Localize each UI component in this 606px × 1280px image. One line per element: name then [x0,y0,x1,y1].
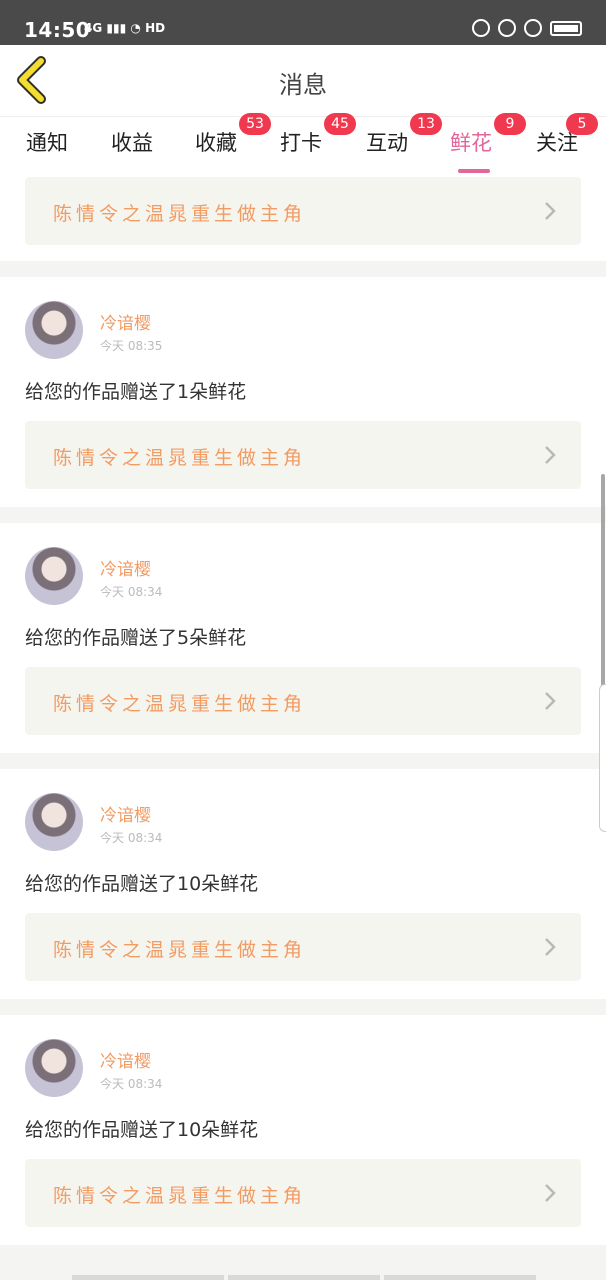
tab-follow[interactable]: 关注 5 [536,113,598,157]
work-title: 陈情令之温晁重生做主角 [53,1185,307,1207]
message-time: 今天 08:34 [100,831,163,845]
sender-name[interactable]: 冷谙樱 [100,1047,151,1072]
chevron-right-icon [545,1184,556,1202]
network-type: 4G [84,21,103,35]
message-time: 今天 08:35 [100,339,163,353]
message-text: 给您的作品赠送了10朵鲜花 [25,1119,259,1141]
message-text: 给您的作品赠送了10朵鲜花 [25,873,259,895]
sender-name[interactable]: 冷谙樱 [100,309,151,334]
work-title: 陈情令之温晁重生做主角 [53,447,307,469]
network-indicator: 4G ▮▮▮ ◔ HD [84,21,165,35]
bottom-indicator [72,1275,536,1280]
battery-icon [550,20,582,36]
tab-favorites[interactable]: 收藏 53 [195,113,271,157]
unread-badge: 53 [239,113,271,135]
app-header: 消息 [0,45,606,117]
sender-name[interactable]: 冷谙樱 [100,801,151,826]
message-text: 给您的作品赠送了1朵鲜花 [25,381,247,403]
unread-badge: 13 [410,113,442,135]
indicator-segment [384,1275,536,1280]
message-time: 今天 08:34 [100,1077,163,1091]
tab-earnings[interactable]: 收益 [111,127,153,157]
avatar[interactable] [25,793,83,851]
alarm-icon [498,19,516,37]
sender-name[interactable]: 冷谙樱 [100,555,151,580]
avatar[interactable] [25,1039,83,1097]
unread-badge: 5 [566,113,598,135]
message-card: 陈情令之温晁重生做主角 [0,173,606,261]
message-time: 今天 08:34 [100,585,163,599]
tab-label: 鲜花 [450,131,492,155]
tab-notifications[interactable]: 通知 [26,127,68,157]
tab-flowers[interactable]: 鲜花 9 [450,113,526,173]
status-bar: 14:50 4G ▮▮▮ ◔ HD [0,0,606,45]
unread-badge: 9 [494,113,526,135]
hd-label: HD [145,21,166,35]
message-card: 冷谙樱 今天 08:34 给您的作品赠送了10朵鲜花 陈情令之温晁重生做主角 [0,1015,606,1245]
lock-rotation-icon [472,19,490,37]
message-tabs: 通知 收益 收藏 53 打卡 45 互动 13 鲜花 9 关注 5 [0,113,606,173]
chevron-right-icon [545,692,556,710]
tab-label: 通知 [26,131,68,155]
avatar[interactable] [25,547,83,605]
tab-label: 关注 [536,131,578,155]
work-title: 陈情令之温晁重生做主角 [53,939,307,961]
wifi-icon: ◔ [130,21,141,35]
work-link[interactable]: 陈情令之温晁重生做主角 [25,667,581,735]
avatar[interactable] [25,301,83,359]
page-title: 消息 [279,71,327,99]
work-link[interactable]: 陈情令之温晁重生做主角 [25,913,581,981]
signal-icon: ▮▮▮ [106,21,127,35]
work-link[interactable]: 陈情令之温晁重生做主角 [25,421,581,489]
message-feed[interactable]: 陈情令之温晁重生做主角 冷谙樱 今天 08:35 给您的作品赠送了1朵鲜花 陈情… [0,173,606,1280]
unread-badge: 45 [324,113,356,135]
work-link[interactable]: 陈情令之温晁重生做主角 [25,1159,581,1227]
work-link[interactable]: 陈情令之温晁重生做主角 [25,177,581,245]
chevron-right-icon [545,446,556,464]
status-icons [472,19,582,37]
status-time: 14:50 [24,18,91,42]
message-card: 冷谙樱 今天 08:34 给您的作品赠送了10朵鲜花 陈情令之温晁重生做主角 [0,769,606,999]
work-title: 陈情令之温晁重生做主角 [53,693,307,715]
tab-label: 收益 [111,131,153,155]
work-title: 陈情令之温晁重生做主角 [53,203,307,225]
tab-label: 互动 [366,131,408,155]
tab-interaction[interactable]: 互动 13 [366,113,442,157]
tab-label: 收藏 [195,131,237,155]
chevron-right-icon [545,202,556,220]
indicator-segment [228,1275,380,1280]
message-card: 冷谙樱 今天 08:35 给您的作品赠送了1朵鲜花 陈情令之温晁重生做主角 [0,277,606,507]
tab-label: 打卡 [280,131,322,155]
side-handle[interactable] [599,684,606,832]
message-text: 给您的作品赠送了5朵鲜花 [25,627,247,649]
headphone-icon [524,19,542,37]
indicator-segment [72,1275,224,1280]
message-card: 冷谙樱 今天 08:34 给您的作品赠送了5朵鲜花 陈情令之温晁重生做主角 [0,523,606,753]
tab-checkin[interactable]: 打卡 45 [280,113,356,157]
chevron-right-icon [545,938,556,956]
